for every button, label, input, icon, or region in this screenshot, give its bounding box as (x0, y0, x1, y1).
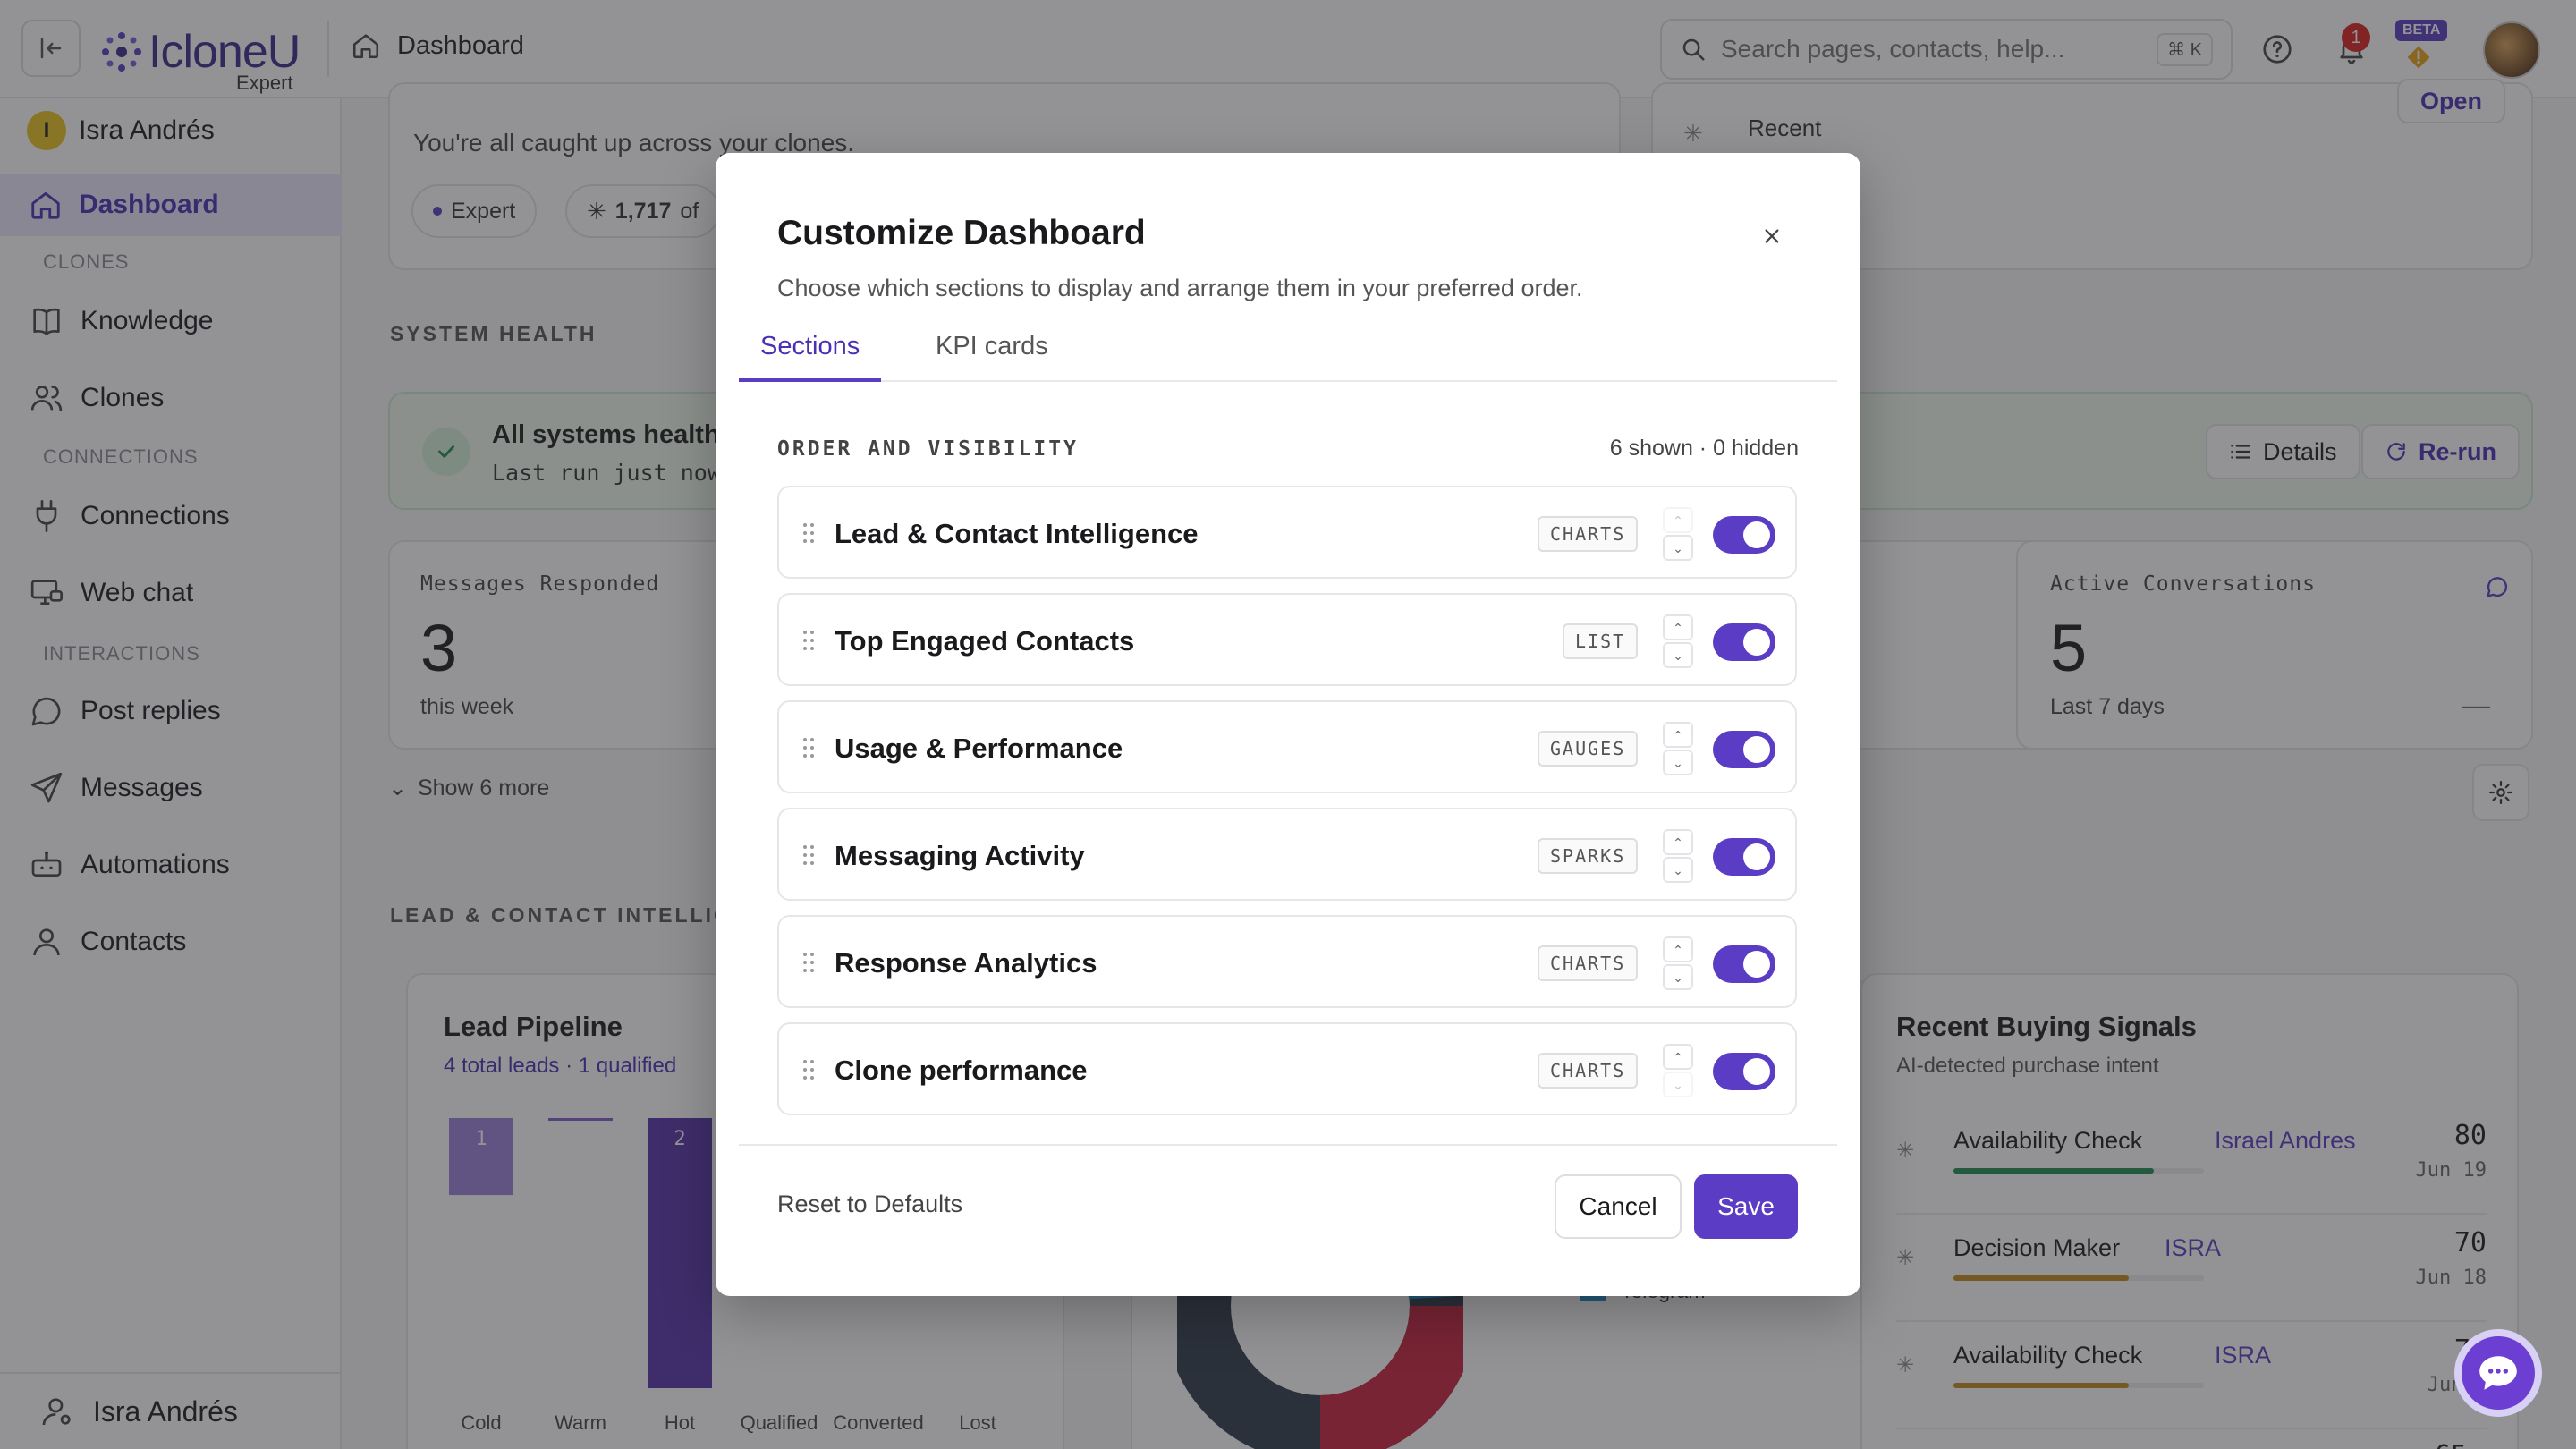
visibility-toggle[interactable] (1713, 623, 1775, 661)
move-down-button[interactable]: ⌄ (1663, 1072, 1693, 1097)
close-icon (1765, 229, 1779, 243)
reorder-controls: ⌃ ⌄ (1663, 507, 1693, 561)
chevron-up-icon: ⌃ (1673, 513, 1683, 528)
chevron-down-icon: ⌄ (1673, 1077, 1683, 1092)
modal-tabs: Sections KPI cards (739, 332, 1837, 382)
section-type-tag: SPARKS (1538, 838, 1639, 874)
chevron-up-icon: ⌃ (1673, 942, 1683, 957)
section-type-tag: LIST (1563, 623, 1639, 659)
reset-defaults-button[interactable]: Reset to Defaults (777, 1191, 962, 1218)
section-row[interactable]: Messaging Activity SPARKS ⌃ ⌄ (777, 808, 1797, 901)
drag-handle-icon[interactable] (802, 629, 815, 652)
drag-handle-icon[interactable] (802, 951, 815, 974)
drag-handle-icon[interactable] (802, 521, 815, 545)
modal-subtitle: Choose which sections to display and arr… (777, 275, 1583, 301)
shown-hidden-count: 6 shown · 0 hidden (1609, 436, 1799, 461)
chevron-down-icon: ⌄ (1673, 862, 1683, 877)
section-label: Top Engaged Contacts (835, 625, 1135, 657)
reorder-controls: ⌃ ⌄ (1663, 614, 1693, 668)
visibility-toggle[interactable] (1713, 945, 1775, 983)
section-row[interactable]: Response Analytics CHARTS ⌃ ⌄ (777, 915, 1797, 1008)
chevron-up-icon: ⌃ (1673, 620, 1683, 635)
customize-dashboard-modal: Customize Dashboard Choose which section… (716, 153, 1860, 1296)
move-down-button[interactable]: ⌄ (1663, 535, 1693, 561)
move-up-button[interactable]: ⌃ (1663, 829, 1693, 855)
section-row[interactable]: Clone performance CHARTS ⌃ ⌄ (777, 1022, 1797, 1115)
chevron-up-icon: ⌃ (1673, 1049, 1683, 1064)
move-up-button[interactable]: ⌃ (1663, 1044, 1693, 1070)
move-down-button[interactable]: ⌄ (1663, 857, 1693, 883)
move-down-button[interactable]: ⌄ (1663, 642, 1693, 668)
chevron-down-icon: ⌄ (1673, 540, 1683, 555)
chevron-up-icon: ⌃ (1673, 727, 1683, 742)
reorder-controls: ⌃ ⌄ (1663, 829, 1693, 883)
chat-bubble-icon (2479, 1356, 2517, 1390)
section-row[interactable]: Top Engaged Contacts LIST ⌃ ⌄ (777, 593, 1797, 686)
tab-sections[interactable]: Sections (739, 332, 882, 382)
order-visibility-heading: ORDER AND VISIBILITY (777, 437, 1079, 461)
modal-title: Customize Dashboard (777, 214, 1146, 252)
save-button[interactable]: Save (1694, 1174, 1798, 1239)
divider (739, 1144, 1837, 1146)
move-up-button[interactable]: ⌃ (1663, 614, 1693, 640)
reorder-controls: ⌃ ⌄ (1663, 936, 1693, 990)
move-up-button[interactable]: ⌃ (1663, 507, 1693, 533)
close-button[interactable] (1757, 221, 1787, 251)
drag-handle-icon[interactable] (802, 736, 815, 759)
visibility-toggle[interactable] (1713, 1053, 1775, 1090)
section-label: Messaging Activity (835, 840, 1085, 871)
chevron-up-icon: ⌃ (1673, 835, 1683, 850)
section-label: Clone performance (835, 1055, 1088, 1086)
section-type-tag: CHARTS (1538, 1053, 1639, 1089)
move-up-button[interactable]: ⌃ (1663, 722, 1693, 748)
section-type-tag: CHARTS (1538, 516, 1639, 552)
reorder-controls: ⌃ ⌄ (1663, 1044, 1693, 1097)
visibility-toggle[interactable] (1713, 731, 1775, 768)
section-type-tag: CHARTS (1538, 945, 1639, 981)
chat-widget-button[interactable] (2454, 1329, 2542, 1417)
section-label: Response Analytics (835, 947, 1097, 979)
tab-kpi-cards[interactable]: KPI cards (914, 332, 1070, 382)
section-type-tag: GAUGES (1538, 731, 1639, 767)
visibility-toggle[interactable] (1713, 838, 1775, 876)
section-row[interactable]: Usage & Performance GAUGES ⌃ ⌄ (777, 700, 1797, 793)
chevron-down-icon: ⌄ (1673, 648, 1683, 663)
drag-handle-icon[interactable] (802, 1058, 815, 1081)
cancel-button[interactable]: Cancel (1555, 1174, 1682, 1239)
move-down-button[interactable]: ⌄ (1663, 750, 1693, 775)
reorder-controls: ⌃ ⌄ (1663, 722, 1693, 775)
move-up-button[interactable]: ⌃ (1663, 936, 1693, 962)
section-label: Usage & Performance (835, 733, 1123, 764)
chevron-down-icon: ⌄ (1673, 970, 1683, 985)
chevron-down-icon: ⌄ (1673, 755, 1683, 770)
drag-handle-icon[interactable] (802, 843, 815, 867)
section-row[interactable]: Lead & Contact Intelligence CHARTS ⌃ ⌄ (777, 486, 1797, 579)
section-label: Lead & Contact Intelligence (835, 518, 1199, 549)
move-down-button[interactable]: ⌄ (1663, 964, 1693, 990)
visibility-toggle[interactable] (1713, 516, 1775, 554)
